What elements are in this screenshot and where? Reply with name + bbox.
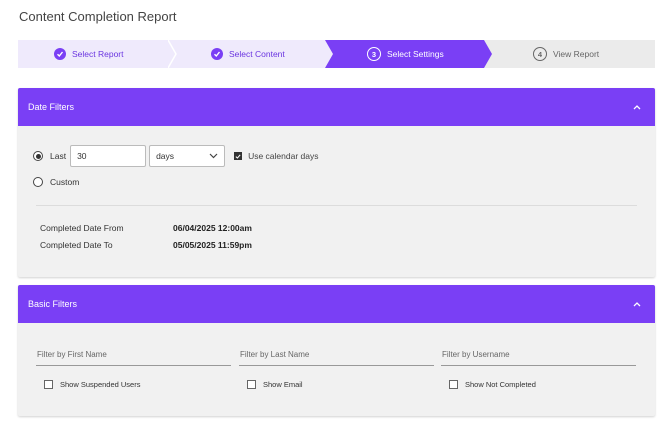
check-icon [54, 48, 66, 60]
show-suspended-users-option[interactable]: Show Suspended Users [44, 380, 140, 389]
last-days-input[interactable]: 30 [70, 145, 147, 167]
show-not-completed-checkbox[interactable] [449, 380, 458, 389]
calendar-days-checkbox[interactable] [234, 152, 243, 160]
basic-filters-header[interactable]: Basic Filters [18, 285, 655, 323]
username-filter-input[interactable]: Filter by Username [441, 350, 636, 366]
show-suspended-users-checkbox[interactable] [44, 380, 53, 389]
show-email-label: Show Email [263, 380, 303, 389]
last-radio[interactable] [33, 151, 43, 161]
show-not-completed-label: Show Not Completed [465, 380, 536, 389]
step-select-settings[interactable]: 3 Select Settings [325, 40, 510, 68]
chevron-up-icon[interactable] [631, 298, 643, 310]
show-suspended-users-label: Show Suspended Users [60, 380, 141, 389]
panel-title: Basic Filters [28, 299, 78, 309]
unit-select-value: days [156, 151, 175, 161]
last-label: Last [50, 151, 67, 161]
basic-filters-panel: Basic Filters Filter by First Name Filte… [18, 285, 655, 416]
check-icon [211, 48, 223, 60]
to-date-label: Completed Date To [40, 240, 113, 250]
chevron-down-icon [209, 151, 218, 161]
unit-select[interactable]: days [149, 145, 226, 167]
panel-title: Date Filters [28, 102, 75, 112]
date-filters-panel: Date Filters Last 30 days Use calendar d… [18, 88, 655, 277]
show-email-checkbox[interactable] [247, 380, 256, 389]
date-filters-header[interactable]: Date Filters [18, 88, 655, 126]
custom-label: Custom [50, 177, 80, 187]
step-number: 4 [533, 47, 547, 61]
chevron-up-icon[interactable] [631, 101, 643, 113]
to-date-value: 05/05/2025 11:59pm [173, 240, 252, 250]
show-email-option[interactable]: Show Email [247, 380, 303, 389]
step-label: Select Settings [387, 49, 444, 59]
last-name-filter-input[interactable]: Filter by Last Name [239, 350, 434, 366]
from-date-label: Completed Date From [40, 223, 124, 233]
report-stepper: Select Report Select Content 3 Select Se… [18, 40, 655, 68]
step-view-report[interactable]: 4 View Report [484, 40, 655, 68]
first-name-filter-input[interactable]: Filter by First Name [36, 350, 231, 366]
custom-radio[interactable] [33, 177, 43, 187]
show-not-completed-option[interactable]: Show Not Completed [449, 380, 536, 389]
calendar-days-label: Use calendar days [248, 151, 319, 161]
from-date-value: 06/04/2025 12:00am [173, 223, 252, 233]
step-select-report[interactable]: Select Report [18, 40, 176, 68]
step-label: View Report [553, 49, 600, 59]
divider [36, 205, 637, 206]
step-label: Select Content [229, 49, 285, 59]
page-title: Content Completion Report [19, 9, 177, 24]
step-label: Select Report [72, 49, 124, 59]
step-number: 3 [367, 47, 381, 61]
